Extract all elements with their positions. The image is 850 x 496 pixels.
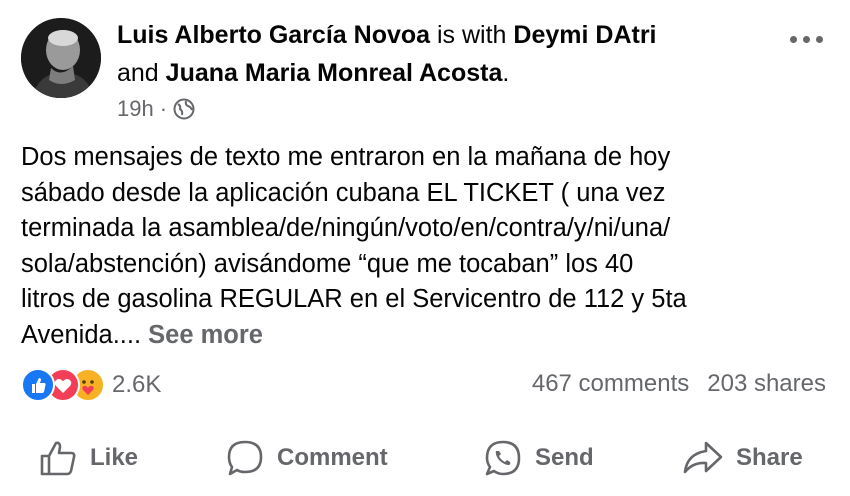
header-period: . xyxy=(502,59,510,87)
profile-photo xyxy=(21,18,101,98)
post-body: Dos mensajes de texto me entraron en la … xyxy=(21,140,821,353)
post-header: Luis Alberto García Novoa is with Deymi … xyxy=(117,16,757,92)
whatsapp-icon xyxy=(485,440,521,476)
send-label: Send xyxy=(535,444,594,471)
more-dot xyxy=(790,36,797,43)
body-line: Dos mensajes de texto me entraron en la … xyxy=(21,143,671,171)
share-icon xyxy=(683,441,723,474)
author-name[interactable]: Luis Alberto García Novoa xyxy=(117,21,430,49)
comment-icon xyxy=(227,440,263,476)
body-line: Avenida.... xyxy=(21,320,149,349)
body-line: litros de gasolina REGULAR en el Service… xyxy=(21,285,687,313)
comment-button[interactable]: Comment xyxy=(225,432,388,484)
body-line-last: Avenida.... See more xyxy=(21,318,821,354)
more-dot xyxy=(803,36,810,43)
send-button[interactable]: Send xyxy=(483,432,594,484)
post-time[interactable]: 19h xyxy=(117,96,154,122)
shares-count[interactable]: 203 shares xyxy=(707,370,826,398)
post-meta: 19h · xyxy=(117,96,195,122)
like-reaction-icon xyxy=(21,368,55,402)
reaction-count[interactable]: 2.6K xyxy=(112,371,161,399)
comment-label: Comment xyxy=(277,444,388,471)
share-button[interactable]: Share xyxy=(682,432,803,484)
tagged-user-2[interactable]: Juana Maria Monreal Acosta xyxy=(166,59,503,87)
body-line: sábado desde la aplicación cubana EL TIC… xyxy=(21,178,666,207)
more-options-button[interactable] xyxy=(790,36,823,43)
and-text: and xyxy=(117,59,166,87)
avatar[interactable] xyxy=(21,18,101,98)
body-line: sola/abstención) avisándome “que me toca… xyxy=(21,249,634,278)
reactions-summary[interactable]: 2.6K xyxy=(21,368,161,402)
more-dot xyxy=(816,36,823,43)
meta-separator: · xyxy=(159,96,168,121)
share-label: Share xyxy=(736,444,803,471)
see-more-link[interactable]: See more xyxy=(148,321,263,349)
globe-icon[interactable] xyxy=(173,98,195,120)
post-stats: 467 comments 203 shares xyxy=(532,370,826,398)
body-line: terminada la asamblea/de/ningún/voto/en/… xyxy=(21,214,671,242)
like-button[interactable]: Like xyxy=(38,432,138,484)
like-label: Like xyxy=(90,444,139,471)
action-bar: Like Comment Send Share xyxy=(0,432,850,484)
like-icon xyxy=(40,441,76,476)
with-text: is with xyxy=(430,21,514,49)
tagged-user-1[interactable]: Deymi DAtri xyxy=(513,21,656,49)
comments-count[interactable]: 467 comments xyxy=(532,370,689,398)
